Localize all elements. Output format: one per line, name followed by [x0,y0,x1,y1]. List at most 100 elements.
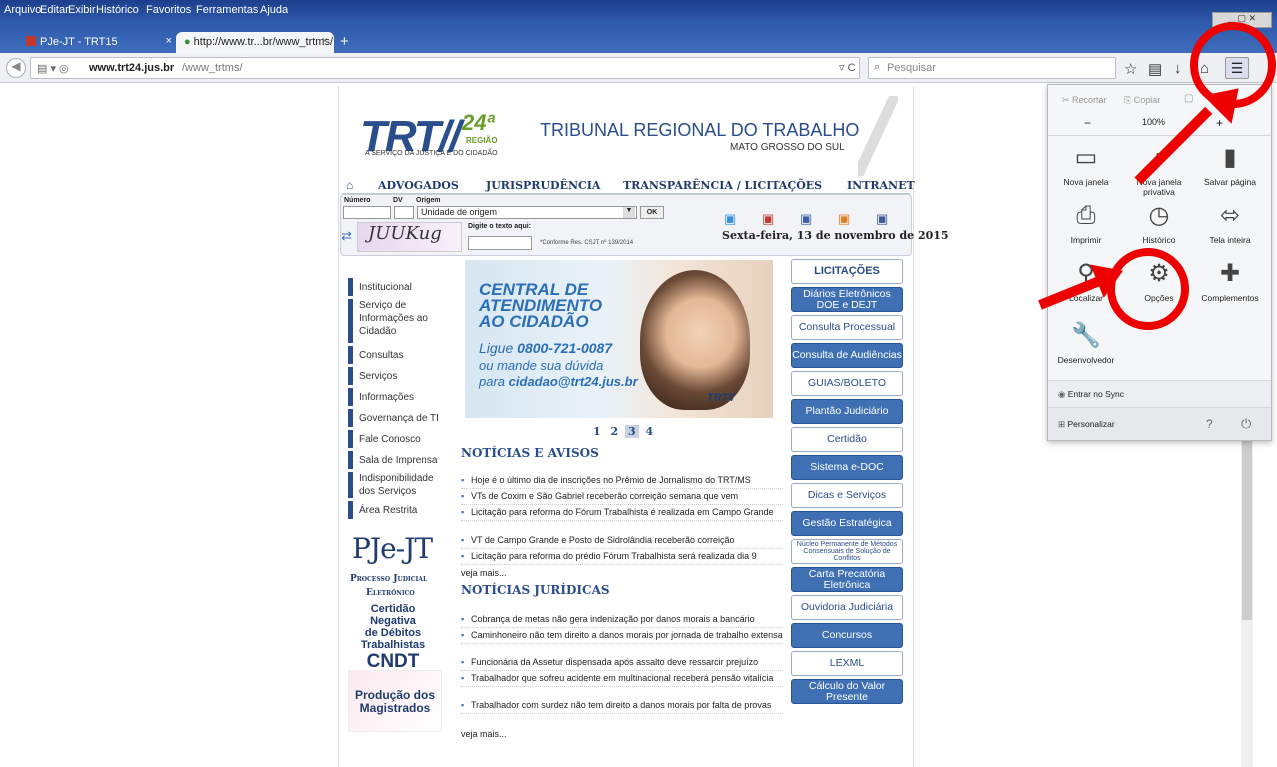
panel-historico[interactable]: ◷ Histórico [1127,203,1191,246]
sidebar-item-consultas[interactable]: Consultas [348,346,446,364]
search-box[interactable]: ⌕ Pesquisar [868,57,1116,79]
zoom-out-button[interactable]: − [1084,116,1091,130]
panel-salvar-pagina[interactable]: ▮ Salvar página [1198,145,1262,188]
menu-ferramentas[interactable]: Ferramentas [196,4,258,16]
menu-ajuda[interactable]: Ajuda [260,4,288,16]
zoom-in-button[interactable]: + [1216,116,1223,130]
panel-sync[interactable]: ◉ Entrar no Sync [1048,380,1271,407]
new-tab-icon[interactable]: + [340,33,349,50]
btn-certidao[interactable]: Certidão [791,427,903,452]
address-bar[interactable]: ▤ ▾ ◎ www.trt24.jus.br /www_trtms/ ▿ C [30,57,860,79]
panel-imprimir[interactable]: ⎙ Imprimir [1054,203,1118,246]
customize-button[interactable]: ⊞ Personalizar [1058,419,1115,429]
close-icon[interactable]: × [166,35,172,47]
menu-favoritos[interactable]: Favoritos [146,4,191,16]
zoom-level[interactable]: 100% [1142,117,1165,127]
sidebar-item-informacoes[interactable]: Informações [348,388,446,406]
btn-ouvidoria[interactable]: Ouvidoria Judiciária [791,595,903,620]
btn-diarios[interactable]: Diários Eletrônicos DOE e DEJT [791,287,903,312]
menu-editar[interactable]: Editar [40,4,69,16]
paste-icon[interactable]: ▢ [1184,93,1193,104]
menu-arquivo[interactable]: Arquivo [4,4,41,16]
bookmark-star-icon[interactable]: ☆ [1124,60,1137,78]
news-item[interactable]: VTs de Coxim e São Gabriel receberão cor… [461,491,783,505]
panel-complementos[interactable]: ✚ Complementos [1198,261,1262,304]
btn-licitacoes[interactable]: LICITAÇÕES [791,259,903,284]
btn-guias-boleto[interactable]: GUIAS/BOLETO [791,371,903,396]
nav-advogados[interactable]: ADVOGADOS [378,179,459,192]
news-item[interactable]: Caminhoneiro não tem direito a danos mor… [461,630,783,644]
panel-desenvolvedor[interactable]: 🔧 Desenvolvedor [1054,323,1118,366]
feed-icon[interactable]: ▣ [838,211,850,227]
home-icon[interactable]: ⌂ [346,178,353,192]
cndt-badge[interactable]: Certidão Negativa de Débitos Trabalhista… [348,603,438,673]
sidebar-item-sala-imprensa[interactable]: Sala de Imprensa [348,451,446,469]
tab-pje[interactable]: PJe-JT - TRT15 × [18,32,178,53]
menu-exibir[interactable]: Exibir [68,4,96,16]
panel-nova-janela[interactable]: ▭ Nova janela [1054,145,1118,188]
captcha-input[interactable] [468,236,532,250]
btn-consulta-audiencias[interactable]: Consulta de Audiências [791,343,903,368]
veja-mais-link[interactable]: veja mais... [461,729,507,739]
pager-2[interactable]: 2 [608,425,622,438]
sidebar-item-institucional[interactable]: Institucional [348,278,446,296]
btn-lexml[interactable]: LEXML [791,651,903,676]
pje-logo[interactable]: PJe-JT [352,532,433,565]
sidebar-item-area-restrita[interactable]: Área Restrita [348,501,446,519]
btn-edoc[interactable]: Sistema e-DOC [791,455,903,480]
copy-button[interactable]: ⎘ Copiar [1124,95,1160,106]
news-item[interactable]: Cobrança de metas não gera indenização p… [461,614,783,628]
help-icon[interactable]: ? [1206,417,1213,431]
dv-input[interactable] [394,206,414,219]
menu-historico[interactable]: Histórico [96,4,139,16]
news-item[interactable]: Trabalhador com surdez não tem direito a… [461,700,783,714]
news-item[interactable]: Trabalhador que sofreu acidente em multi… [461,673,783,687]
rss-icon[interactable]: ▣ [800,211,812,227]
origem-select[interactable]: Unidade de origem ▼ [417,206,637,219]
btn-calculo[interactable]: Cálculo do Valor Presente [791,679,903,704]
sidebar-item-sic[interactable]: Serviço de Informações ao Cidadão [348,299,446,343]
bookmarks-list-icon[interactable]: ▤ [1148,60,1162,78]
refresh-captcha-icon[interactable]: ⇄ [341,228,355,243]
panel-tela-inteira[interactable]: ⬄ Tela inteira [1198,203,1262,246]
btn-consulta-processual[interactable]: Consulta Processual [791,315,903,340]
btn-carta-precatoria[interactable]: Carta Precatória Eletrônica [791,567,903,592]
btn-nucleo[interactable]: Núcleo Permanente de Métodos Consensuais… [791,539,903,564]
pager-1[interactable]: 1 [590,425,604,438]
news-item[interactable]: VT de Campo Grande e Posto de Sidrolândi… [461,535,783,549]
pager-4[interactable]: 4 [643,425,657,438]
news-item[interactable]: Hoje é o último dia de inscrições no Prê… [461,475,783,489]
btn-plantao[interactable]: Plantão Judiciário [791,399,903,424]
numero-input[interactable] [343,206,391,219]
download-icon[interactable]: ↓ [1174,60,1182,77]
news-item[interactable]: Funcionária da Assetur dispensada após a… [461,657,783,671]
btn-dicas[interactable]: Dicas e Serviços [791,483,903,508]
back-icon[interactable]: ◀ [6,58,26,78]
sidebar-item-governanca[interactable]: Governança de TI [348,409,446,427]
nav-jurisprudencia[interactable]: JURISPRUDÊNCIA [486,179,600,192]
nav-intranet[interactable]: INTRANET [847,179,915,192]
captcha-image: JUUKug [357,222,462,252]
address-path: /www_trtms/ [182,62,243,74]
facebook-icon[interactable]: ▣ [876,211,888,227]
btn-gestao[interactable]: Gestão Estratégica [791,511,903,536]
sidebar-item-fale-conosco[interactable]: Fale Conosco [348,430,446,448]
pager-3[interactable]: 3 [625,425,639,438]
news-item[interactable]: Licitação para reforma do Fórum Trabalhi… [461,507,783,521]
reload-icon[interactable]: ▿ C [839,61,856,74]
banner-image[interactable]: CENTRAL DE ATENDIMENTO AO CIDADÃO Ligue … [465,260,773,418]
tab-trt24[interactable]: ● http://www.tr...br/www_trtms/ × [176,32,334,53]
ok-button[interactable]: OK [640,206,664,219]
pdf-icon[interactable]: ▣ [762,211,774,227]
nav-transparencia[interactable]: TRANSPARÊNCIA / LICITAÇÕES [623,179,822,192]
sidebar-item-indisponibilidade[interactable]: Indisponibilidade dos Serviços [348,472,446,498]
cut-button[interactable]: ✂ Recortar [1062,95,1107,106]
power-icon[interactable]: ⏻ [1241,416,1251,432]
news-item[interactable]: Licitação para reforma do prédio Fórum T… [461,551,783,565]
btn-concursos[interactable]: Concursos [791,623,903,648]
sidebar-item-servicos[interactable]: Serviços [348,367,446,385]
producao-badge[interactable]: Produção dos Magistrados [348,670,442,732]
close-icon[interactable]: × [322,35,328,47]
veja-mais-link[interactable]: veja mais... [461,568,507,578]
app-icon[interactable]: ▣ [724,211,736,227]
